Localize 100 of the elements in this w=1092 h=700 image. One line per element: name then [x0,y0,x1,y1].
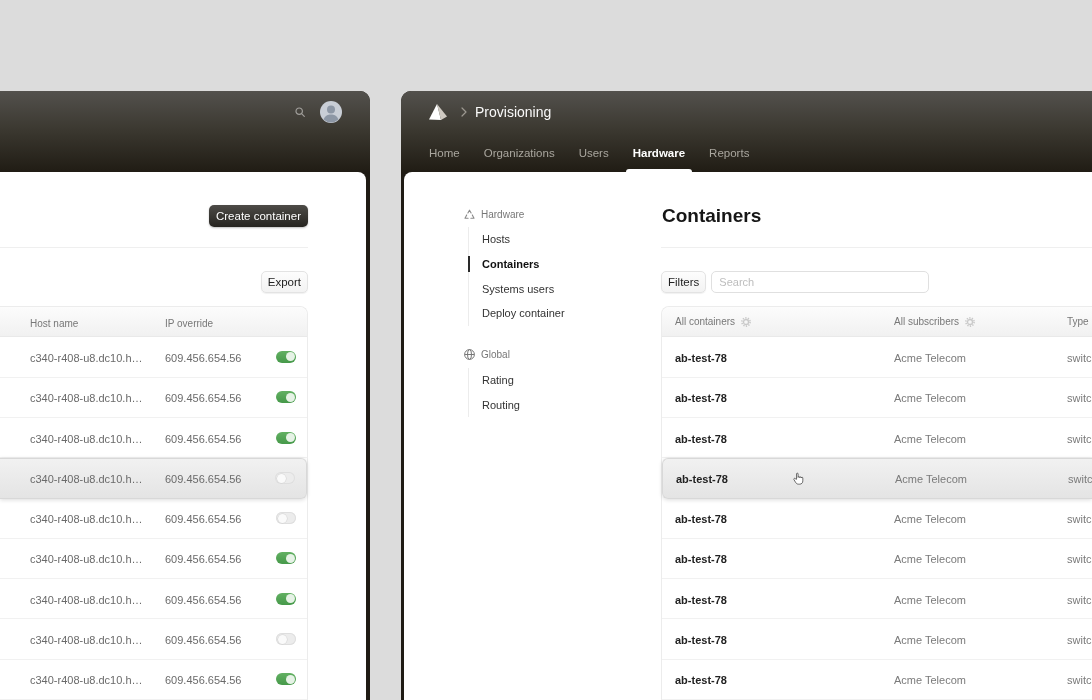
table-row[interactable]: ab-test-78 Acme Telecom switc [662,538,1092,580]
table-row[interactable]: c340-r408-u8.dc10.h… 609.456.654.56 [0,619,307,660]
nav-tab[interactable]: Organizations [473,133,565,172]
ip-address-cell: 609.456.654.56 [165,513,242,526]
ip-address-cell: 609.456.654.56 [165,392,242,405]
host-name-cell: c340-r408-u8.dc10.h… [30,674,143,687]
ip-address-cell: 609.456.654.56 [165,351,242,364]
type-cell: switc [1067,513,1092,526]
column-header[interactable]: All containers [675,316,752,328]
subscriber-cell: Acme Telecom [894,674,966,687]
container-name-cell: ab-test-78 [675,593,727,606]
subscriber-cell: Acme Telecom [894,553,966,566]
host-name-cell: c340-r408-u8.dc10.h… [30,553,143,566]
recycle-icon [464,208,475,220]
table-row[interactable]: c340-r408-u8.dc10.h… 609.456.654.56 [0,377,307,418]
toggle-switch[interactable] [276,391,296,404]
toggle-switch[interactable] [276,673,296,686]
page-title: Containers [662,205,762,227]
table-row[interactable]: ab-test-78 Acme Telecom switc [662,498,1092,539]
table-row[interactable]: ab-test-78 Acme Telecom switc [662,337,1092,378]
toggle-switch[interactable] [275,472,295,485]
ip-address-cell: 609.456.654.56 [165,553,242,566]
filters-button[interactable]: Filters [661,271,707,294]
ip-address-cell: 609.456.654.56 [165,473,242,486]
subscriber-cell: Acme Telecom [894,634,966,647]
hand-cursor-icon [793,472,804,486]
type-cell: switc [1067,553,1092,566]
toggle-switch[interactable] [276,431,296,444]
container-name-cell: ab-test-78 [675,392,727,405]
host-name-cell: c340-r408-u8.dc10.h… [30,513,143,526]
subscriber-cell: Acme Telecom [894,513,966,526]
toggle-switch[interactable] [276,512,296,525]
subscriber-cell: Acme Telecom [895,473,967,486]
ip-address-cell: 609.456.654.56 [165,593,242,606]
search-field[interactable]: Search [711,271,930,294]
container-name-cell: ab-test-78 [675,553,727,566]
nav-tab[interactable]: Hardware [622,133,696,172]
table-row[interactable]: c340-r408-u8.dc10.h… 609.456.654.56 [0,659,307,700]
type-cell: switc [1067,392,1092,405]
table-row[interactable]: c340-r408-u8.dc10.h… 609.456.654.56 [0,337,307,378]
subscriber-cell: Acme Telecom [894,432,966,445]
column-header[interactable]: Type [1067,316,1089,328]
table-row[interactable]: ab-test-78 Acme Telecom switc [662,579,1092,620]
logo-icon[interactable] [428,103,448,121]
table-row[interactable]: c340-r408-u8.dc10.h… 609.456.654.56 [0,498,307,539]
table-row[interactable]: c340-r408-u8.dc10.h… 609.456.654.56 [0,458,307,499]
container-name-cell: ab-test-78 [675,634,727,647]
container-name-cell: ab-test-78 [676,473,728,486]
toggle-switch[interactable] [276,592,296,605]
column-header: IP override [165,317,214,329]
column-header[interactable]: All subscribers [894,316,976,328]
sidebar-group-label: Hardware [481,208,525,220]
subscriber-cell: Acme Telecom [894,392,966,405]
toggle-switch[interactable] [276,350,296,363]
sidebar-item[interactable]: Hosts [468,227,511,252]
table-row[interactable]: ab-test-78 Acme Telecom switc [662,458,1092,499]
table-row[interactable]: ab-test-78 Acme Telecom switc [662,619,1092,660]
ip-address-cell: 609.456.654.56 [165,432,242,445]
toggle-switch[interactable] [276,633,296,646]
type-cell: switc [1067,674,1092,687]
search-icon[interactable] [295,107,305,117]
container-name-cell: ab-test-78 [675,513,727,526]
create-container-button[interactable]: Create container [208,205,308,227]
globe-icon [464,349,475,361]
type-cell: switc [1067,634,1092,647]
sidebar-item[interactable]: Rating [468,367,514,393]
host-name-cell: c340-r408-u8.dc10.h… [30,392,143,405]
nav-tab[interactable]: Home [419,133,470,172]
ip-address-cell: 609.456.654.56 [165,674,242,687]
type-cell: switc [1067,351,1092,364]
type-cell: switc [1068,473,1092,486]
table-row[interactable]: ab-test-78 Acme Telecom switc [662,377,1092,418]
sidebar-item[interactable]: Containers [468,251,540,277]
container-name-cell: ab-test-78 [675,351,727,364]
breadcrumb-title: Provisioning [475,104,552,120]
nav-tab[interactable]: Reports [699,133,760,172]
host-name-cell: c340-r408-u8.dc10.h… [30,351,143,364]
export-button[interactable]: Export [260,271,308,294]
subscriber-cell: Acme Telecom [894,351,966,364]
toggle-switch[interactable] [276,552,296,565]
container-name-cell: ab-test-78 [675,674,727,687]
column-header: Host name [30,317,79,329]
sidebar-item[interactable]: Deploy container [468,301,565,326]
container-name-cell: ab-test-78 [675,432,727,445]
table-row[interactable]: ab-test-78 Acme Telecom switc [662,659,1092,700]
subscriber-cell: Acme Telecom [894,593,966,606]
type-cell: switc [1067,593,1092,606]
nav-tab[interactable]: Users [568,133,619,172]
host-name-cell: c340-r408-u8.dc10.h… [30,432,143,445]
chevron-right-icon [461,107,467,117]
host-name-cell: c340-r408-u8.dc10.h… [30,593,143,606]
host-name-cell: c340-r408-u8.dc10.h… [30,473,143,486]
host-name-cell: c340-r408-u8.dc10.h… [30,634,143,647]
sidebar-group-label: Global [481,349,510,361]
avatar-icon[interactable] [320,101,342,123]
sidebar-item[interactable]: Systems users [468,276,555,302]
table-row[interactable]: c340-r408-u8.dc10.h… 609.456.654.56 [0,538,307,580]
sidebar-item[interactable]: Routing [468,392,520,418]
table-row[interactable]: c340-r408-u8.dc10.h… 609.456.654.56 [0,579,307,620]
type-cell: switc [1067,432,1092,445]
